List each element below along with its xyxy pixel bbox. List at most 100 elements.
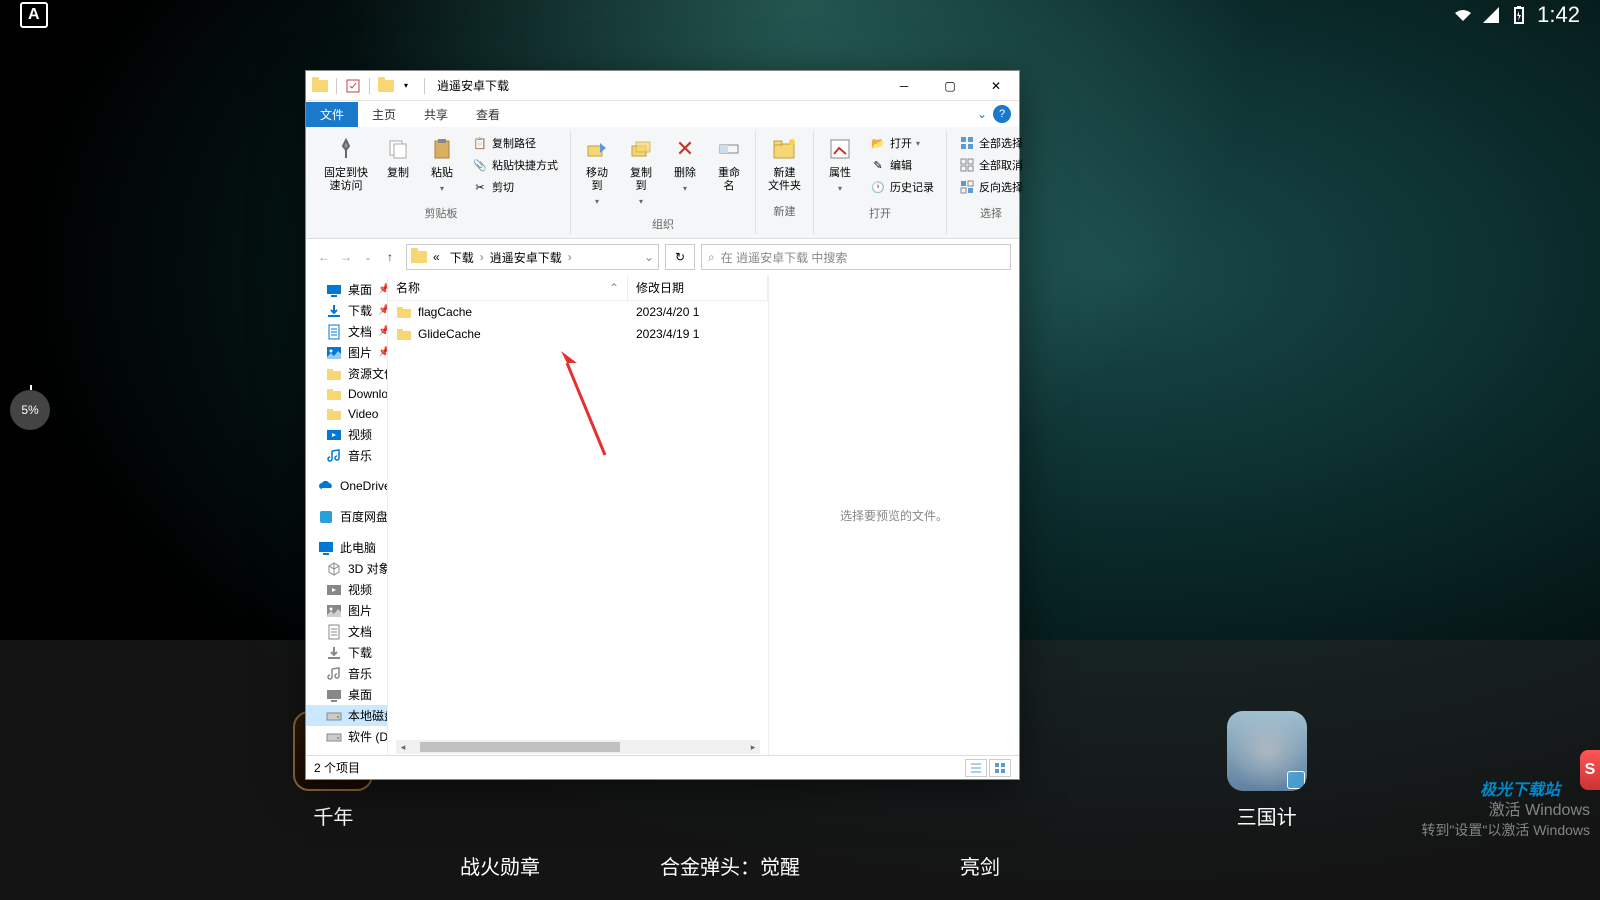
tab-share[interactable]: 共享 (410, 102, 462, 127)
nav-onedrive[interactable]: OneDrive - Personal (306, 476, 387, 496)
back-button[interactable]: ← (314, 247, 334, 267)
nav-pc-3[interactable]: 文档 (306, 621, 387, 642)
nav-quick-5[interactable]: Downloads (306, 384, 387, 404)
folder-icon (312, 80, 328, 92)
view-details-button[interactable] (965, 759, 987, 777)
new-folder-button[interactable]: 新建 文件夹 (764, 133, 805, 195)
select-all-button[interactable]: 全部选择 (955, 133, 1027, 153)
properties-icon (826, 135, 854, 163)
nav-quick-0[interactable]: 桌面📌 (306, 279, 387, 300)
copy-button[interactable]: 复制 (380, 133, 416, 182)
content-area: 桌面📌下载📌文档📌图片📌资源文件DownloadsVideo视频音乐OneDri… (306, 275, 1019, 755)
file-list[interactable]: 名称⌃ 修改日期 flagCache2023/4/20 1GlideCache2… (388, 275, 769, 755)
nav-pc-7[interactable]: 本地磁盘 (C:) (306, 705, 387, 726)
select-none-icon (959, 157, 975, 173)
close-button[interactable]: ✕ (973, 71, 1019, 101)
refresh-button[interactable]: ↻ (665, 244, 695, 270)
nav-this-pc[interactable]: 此电脑 (306, 537, 387, 558)
ribbon-collapse[interactable]: ⌄ (971, 107, 993, 121)
tab-view[interactable]: 查看 (462, 102, 514, 127)
tab-file[interactable]: 文件 (306, 102, 358, 127)
nav-pc-1[interactable]: 视频 (306, 579, 387, 600)
cut-button[interactable]: ✂剪切 (468, 177, 562, 197)
side-edge-button[interactable]: S (1580, 750, 1600, 790)
horizontal-scrollbar[interactable]: ◂▸ (396, 739, 760, 755)
breadcrumb-root[interactable]: « (429, 248, 444, 266)
breadcrumb-current[interactable]: 逍遥安卓下载 (486, 247, 566, 268)
dock-label-3[interactable]: 合金弹头：觉醒 (660, 851, 800, 880)
sort-icon: ⌃ (609, 281, 619, 295)
minimize-button[interactable]: ─ (881, 71, 927, 101)
rename-button[interactable]: 重命名 (711, 133, 747, 195)
folder-icon (396, 304, 412, 320)
navigation-pane[interactable]: 桌面📌下载📌文档📌图片📌资源文件DownloadsVideo视频音乐OneDri… (306, 275, 388, 755)
copy-path-button[interactable]: 📋复制路径 (468, 133, 562, 153)
tab-home[interactable]: 主页 (358, 102, 410, 127)
breadcrumb-downloads[interactable]: 下载 (446, 247, 478, 268)
copy-to-button[interactable]: 复制到▾ (623, 133, 659, 208)
music-icon (326, 666, 342, 682)
dock-item-sanguo[interactable]: 三国计 (1227, 711, 1307, 830)
titlebar[interactable]: ▾ 逍遥安卓下载 ─ ▢ ✕ (306, 71, 1019, 101)
file-row-1[interactable]: GlideCache2023/4/19 1 (388, 323, 768, 345)
qat-dropdown[interactable]: ▾ (398, 78, 414, 94)
addr-dropdown[interactable]: ⌄ (644, 250, 654, 264)
recent-dd[interactable]: ⌄ (358, 247, 378, 267)
column-name[interactable]: 名称⌃ (388, 275, 628, 300)
dock-label-2[interactable]: 战火勋章 (460, 851, 540, 880)
nav-quick-3[interactable]: 图片📌 (306, 342, 387, 363)
paste-button[interactable]: 粘贴 ▾ (424, 133, 460, 195)
nav-pc-8[interactable]: 软件 (D:) (306, 726, 387, 747)
nav-quick-6[interactable]: Video (306, 404, 387, 424)
nav-quick-8[interactable]: 音乐 (306, 445, 387, 466)
select-none-button[interactable]: 全部取消 (955, 155, 1027, 175)
nav-pc-4[interactable]: 下载 (306, 642, 387, 663)
dock-label-4[interactable]: 亮剑 (960, 851, 1000, 880)
folder-icon (326, 406, 342, 422)
search-input[interactable]: ⌕ 在 逍遥安卓下载 中搜索 (701, 244, 1011, 270)
up-button[interactable]: ↑ (380, 247, 400, 267)
nav-baidu[interactable]: 百度网盘同步空间 (306, 506, 387, 527)
file-row-0[interactable]: flagCache2023/4/20 1 (388, 301, 768, 323)
open-button[interactable]: 📂打开▾ (866, 133, 938, 153)
floating-badge[interactable]: 5% (10, 390, 50, 430)
3d-icon (326, 561, 342, 577)
cut-icon: ✂ (472, 179, 488, 195)
properties-button[interactable]: 属性▾ (822, 133, 858, 195)
paste-shortcut-button[interactable]: 📎粘贴快捷方式 (468, 155, 562, 175)
invert-icon (959, 179, 975, 195)
edit-button[interactable]: ✎编辑 (866, 155, 938, 175)
maximize-button[interactable]: ▢ (927, 71, 973, 101)
desktop-icon (326, 687, 342, 703)
onedrive-icon (318, 478, 334, 494)
nav-quick-1[interactable]: 下载📌 (306, 300, 387, 321)
nav-quick-4[interactable]: 资源文件 (306, 363, 387, 384)
signal-icon (1481, 5, 1501, 25)
address-bar[interactable]: « 下载 › 逍遥安卓下载 › ⌄ (406, 244, 659, 270)
view-icons-button[interactable] (989, 759, 1011, 777)
app-icon-sanguo (1227, 711, 1307, 791)
path-icon: 📋 (472, 135, 488, 151)
delete-icon: ✕ (671, 135, 699, 163)
help-button[interactable]: ? (993, 105, 1011, 123)
desktop-icon (326, 282, 342, 298)
qat-properties[interactable] (345, 78, 361, 94)
column-date[interactable]: 修改日期 (628, 275, 768, 300)
pin-to-quick-access-button[interactable]: 固定到快 速访问 (320, 133, 372, 195)
nav-quick-2[interactable]: 文档📌 (306, 321, 387, 342)
baidu-icon (318, 509, 334, 525)
nav-pc-6[interactable]: 桌面 (306, 684, 387, 705)
move-to-button[interactable]: 移动到▾ (579, 133, 615, 208)
nav-pc-0[interactable]: 3D 对象 (306, 558, 387, 579)
status-left-badge: A (20, 2, 48, 28)
folder-icon (378, 80, 394, 92)
history-button[interactable]: 🕐历史记录 (866, 177, 938, 197)
nav-pc-5[interactable]: 音乐 (306, 663, 387, 684)
forward-button[interactable]: → (336, 247, 356, 267)
nav-pc-2[interactable]: 图片 (306, 600, 387, 621)
edit-icon: ✎ (870, 157, 886, 173)
invert-selection-button[interactable]: 反向选择 (955, 177, 1027, 197)
delete-button[interactable]: ✕删除▾ (667, 133, 703, 195)
paste-icon (428, 135, 456, 163)
nav-quick-7[interactable]: 视频 (306, 424, 387, 445)
